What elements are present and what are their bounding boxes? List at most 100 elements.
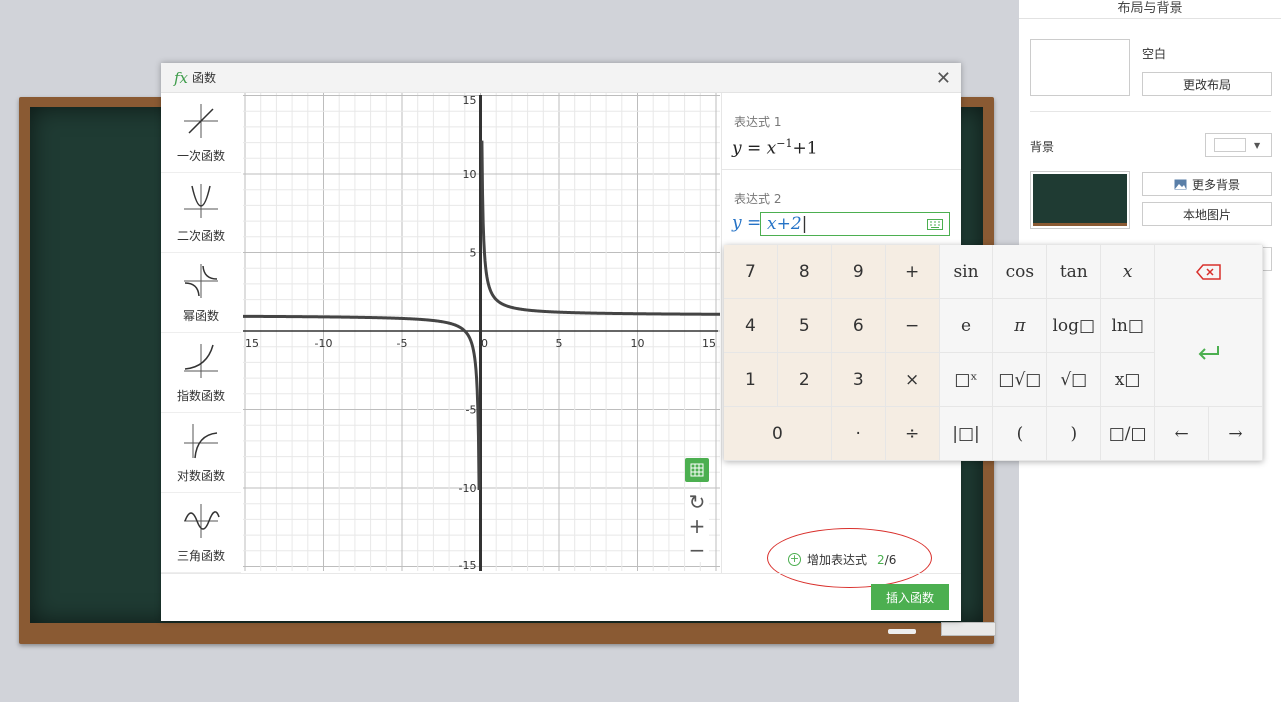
background-thumbnail[interactable] [1030,171,1130,229]
chevron-down-icon: ▼ [1254,140,1261,150]
key-22[interactable]: √□ [1047,353,1102,407]
layout-label: 空白 [1142,47,1167,61]
change-layout-button[interactable]: 更改布局 [1142,72,1272,96]
graph-tools: ↻ + − [685,458,709,562]
function-type-list: 一次函数 二次函数 幂函数 指数函数 对数函数 三角函数 [161,93,241,573]
key-19[interactable]: × [885,353,940,407]
function-type-linear[interactable]: 一次函数 [161,93,241,173]
panel-title: 布局与背景 [1019,0,1281,19]
trigonometric-function-icon [184,504,220,538]
key-17[interactable]: 2 [777,353,832,407]
math-keyboard: 7 8 9 + sin cos tan x 4 5 6− e π log□ ln□ 1 2 3 × □ˣ □√□ √□ x□… [724,245,1263,461]
function-type-label: 三角函数 [176,549,225,563]
key-10[interactable]: 6 [831,299,886,353]
dialog-header: fx 函数 [161,63,961,93]
key-25[interactable]: · [831,407,886,461]
reset-view-icon[interactable]: ↻ [685,490,709,514]
more-backgrounds-label: 更多背景 [1191,177,1240,192]
key-14[interactable]: log□ [1047,299,1102,353]
y-tick-label: 5 [470,247,477,260]
change-layout-label: 更改布局 [1182,77,1231,92]
function-type-logarithmic[interactable]: 对数函数 [161,413,241,493]
key-31[interactable]: ← [1155,407,1210,461]
fx-icon: fx [174,68,189,87]
grid-toggle-icon[interactable] [685,458,709,482]
key-28[interactable]: ( [993,407,1048,461]
key-23[interactable]: x□ [1101,353,1156,407]
exponential-function-icon [184,344,218,378]
key-8[interactable]: 4 [724,299,778,353]
layout-thumbnail[interactable] [1030,39,1130,96]
key-0[interactable]: 7 [724,245,778,299]
divider [1030,111,1271,112]
keyboard-icon[interactable] [927,219,943,230]
expression-2-input[interactable]: x+2| [760,212,950,236]
x-tick-label: -10 [315,337,333,350]
dialog-title: 函数 [192,71,217,85]
key-1[interactable]: 8 [777,245,832,299]
insert-function-button[interactable]: 插入函数 [871,584,949,610]
divider [722,169,961,170]
expression-2-label: 表达式 2 [734,192,782,206]
x-tick-label: 5 [556,337,563,350]
key-5[interactable]: cos [993,245,1048,299]
y-tick-label: 15 [463,94,477,107]
key-11[interactable]: − [885,299,940,353]
key-29[interactable]: ) [1047,407,1102,461]
curve-branch-left [243,314,481,491]
enter-icon[interactable] [1155,299,1263,407]
logarithmic-function-icon [184,424,218,459]
function-type-label: 指数函数 [176,389,225,403]
eraser [941,622,996,636]
expression-1-formula[interactable]: y = x−1+1 [732,137,818,159]
zoom-in-icon[interactable]: + [685,514,709,538]
function-type-label: 一次函数 [176,149,225,163]
key-24[interactable]: 0 [724,407,832,461]
function-graph[interactable]: 15 -10 -5 0 5 10 15 15 10 5 -5 -10 -15 [243,93,720,571]
key-18[interactable]: 3 [831,353,886,407]
x-tick-label: 10 [631,337,645,350]
y-tick-label: 10 [463,168,477,181]
key-13[interactable]: π [993,299,1048,353]
key-26[interactable]: ÷ [885,407,940,461]
backspace-icon[interactable] [1155,245,1263,299]
function-type-label: 幂函数 [182,309,219,323]
y-tick-label: -10 [459,482,477,495]
linear-function-icon [184,104,218,138]
key-32[interactable]: → [1209,407,1263,461]
background-color-dropdown[interactable]: ▼ [1205,133,1272,157]
function-type-label: 对数函数 [176,469,225,483]
key-12[interactable]: e [939,299,994,353]
y-tick-label: -15 [459,559,477,571]
color-swatch [1214,138,1246,152]
key-4[interactable]: sin [939,245,994,299]
function-type-exponential[interactable]: 指数函数 [161,333,241,413]
local-image-button[interactable]: 本地图片 [1142,202,1272,226]
image-icon [1174,179,1187,189]
key-3[interactable]: + [885,245,940,299]
key-27[interactable]: |□| [939,407,994,461]
graph-canvas: 15 -10 -5 0 5 10 15 15 10 5 -5 -10 -15 [243,93,720,571]
key-15[interactable]: ln□ [1101,299,1156,353]
key-9[interactable]: 5 [777,299,832,353]
key-7[interactable]: x [1101,245,1156,299]
power-function-icon [184,264,218,298]
close-icon[interactable]: ✕ [936,68,951,89]
key-20[interactable]: □ˣ [939,353,994,407]
function-type-quadratic[interactable]: 二次函数 [161,173,241,253]
y-tick-label: -5 [466,404,477,417]
key-2[interactable]: 9 [831,245,886,299]
function-type-trigonometric[interactable]: 三角函数 [161,493,241,573]
function-type-power[interactable]: 幂函数 [161,253,241,333]
key-30[interactable]: □/□ [1101,407,1156,461]
key-21[interactable]: □√□ [993,353,1048,407]
expression-2-value: x+2 [767,214,802,234]
expression-1-label: 表达式 1 [734,115,782,129]
function-type-label: 二次函数 [176,229,225,243]
divider [161,573,961,574]
x-tick-label: 15 [245,337,259,350]
more-backgrounds-button[interactable]: 更多背景 [1142,172,1272,196]
key-16[interactable]: 1 [724,353,778,407]
key-6[interactable]: tan [1047,245,1102,299]
zoom-out-icon[interactable]: − [685,538,709,562]
